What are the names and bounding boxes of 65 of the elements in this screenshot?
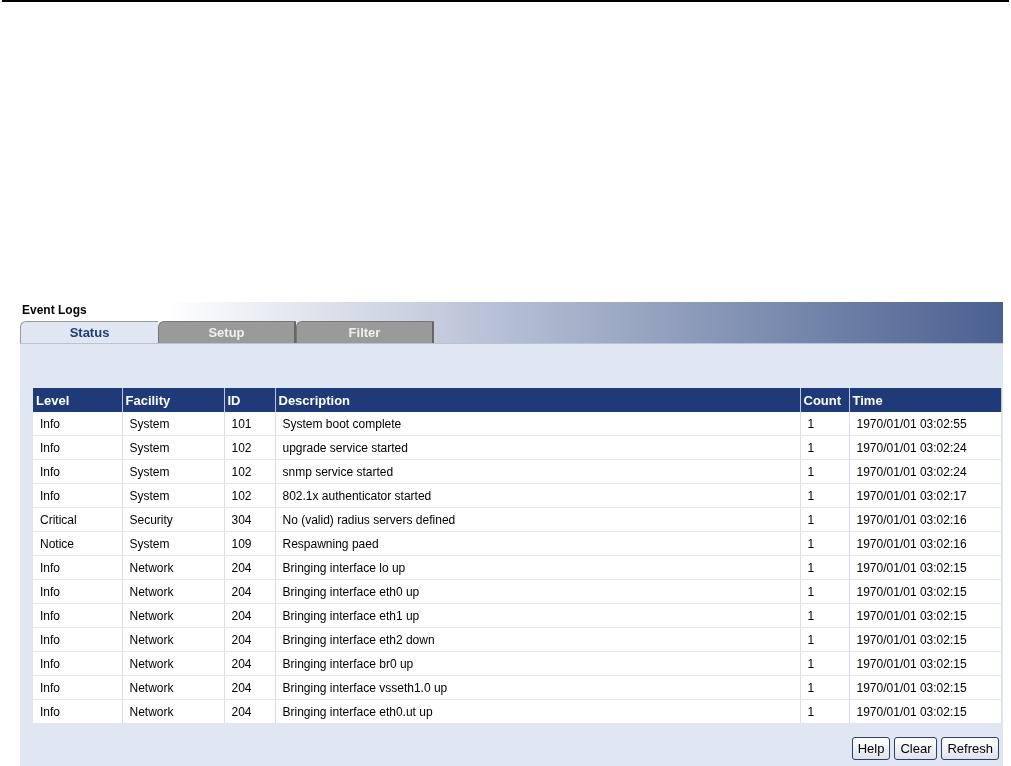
table-cell: 1970/01/01 03:02:15 [849, 555, 1001, 580]
table-cell: Security [122, 507, 224, 532]
table-cell: 1970/01/01 03:02:15 [849, 651, 1001, 676]
table-cell: 1970/01/01 03:02:15 [849, 603, 1001, 628]
action-button[interactable]: Refresh [941, 737, 999, 760]
table-cell: Bringing interface vsseth1.0 up [275, 675, 800, 700]
table-cell: snmp service started [275, 459, 800, 484]
table-cell: Info [33, 412, 122, 436]
column-header: Count [800, 388, 849, 412]
table-cell: System [122, 435, 224, 460]
table-cell: 1970/01/01 03:02:24 [849, 459, 1001, 484]
column-header: Facility [122, 388, 224, 412]
table-cell: Bringing interface eth2 down [275, 627, 800, 652]
column-header: Time [849, 388, 1001, 412]
table-cell: System boot complete [275, 412, 800, 436]
table-cell: Info [33, 699, 122, 724]
table-cell: System [122, 412, 224, 436]
table-cell: No (valid) radius servers defined [275, 507, 800, 532]
table-cell: 1 [800, 412, 849, 436]
table-cell: Info [33, 675, 122, 700]
table-cell: Info [33, 459, 122, 484]
table-cell: Bringing interface eth0.ut up [275, 699, 800, 724]
table-cell: Info [33, 579, 122, 604]
table-cell: Network [122, 579, 224, 604]
table-cell: Info [33, 651, 122, 676]
table-cell: 1970/01/01 03:02:15 [849, 699, 1001, 724]
page-title: Event Logs [22, 303, 87, 317]
table-cell: Info [33, 603, 122, 628]
action-button[interactable]: Clear [894, 737, 938, 760]
column-header: ID [224, 388, 275, 412]
table-cell: Info [33, 483, 122, 508]
table-cell: Network [122, 555, 224, 580]
table-cell: Network [122, 675, 224, 700]
table-cell: Notice [33, 531, 122, 556]
table-cell: Bringing interface eth0 up [275, 579, 800, 604]
table-cell: 1970/01/01 03:02:24 [849, 435, 1001, 460]
table-cell: 1970/01/01 03:02:15 [849, 627, 1001, 652]
table-cell: 101 [224, 412, 275, 436]
table-cell: upgrade service started [275, 435, 800, 460]
column-header: Level [33, 388, 122, 412]
table-cell: Network [122, 627, 224, 652]
table-cell: Respawning paed [275, 531, 800, 556]
table-cell: Bringing interface br0 up [275, 651, 800, 676]
table-cell: System [122, 531, 224, 556]
table-cell: 1970/01/01 03:02:17 [849, 483, 1001, 508]
table-cell: 1970/01/01 03:02:15 [849, 675, 1001, 700]
table-cell: 1970/01/01 03:02:55 [849, 412, 1001, 436]
table-cell: Critical [33, 507, 122, 532]
table-cell: 802.1x authenticator started [275, 483, 800, 508]
table-cell: System [122, 483, 224, 508]
table-cell: 1970/01/01 03:02:15 [849, 579, 1001, 604]
table-cell: 1970/01/01 03:02:16 [849, 531, 1001, 556]
tab[interactable]: Status [20, 321, 158, 343]
table-cell: Network [122, 651, 224, 676]
table-cell: System [122, 459, 224, 484]
table-cell: Network [122, 699, 224, 724]
table-cell: Info [33, 555, 122, 580]
table-cell: Network [122, 603, 224, 628]
table-cell: Bringing interface lo up [275, 555, 800, 580]
table-cell: Info [33, 627, 122, 652]
table-cell: Bringing interface eth1 up [275, 603, 800, 628]
action-button[interactable]: Help [851, 737, 891, 760]
table-cell: 1970/01/01 03:02:16 [849, 507, 1001, 532]
table-cell: Info [33, 435, 122, 460]
column-header: Description [275, 388, 800, 412]
